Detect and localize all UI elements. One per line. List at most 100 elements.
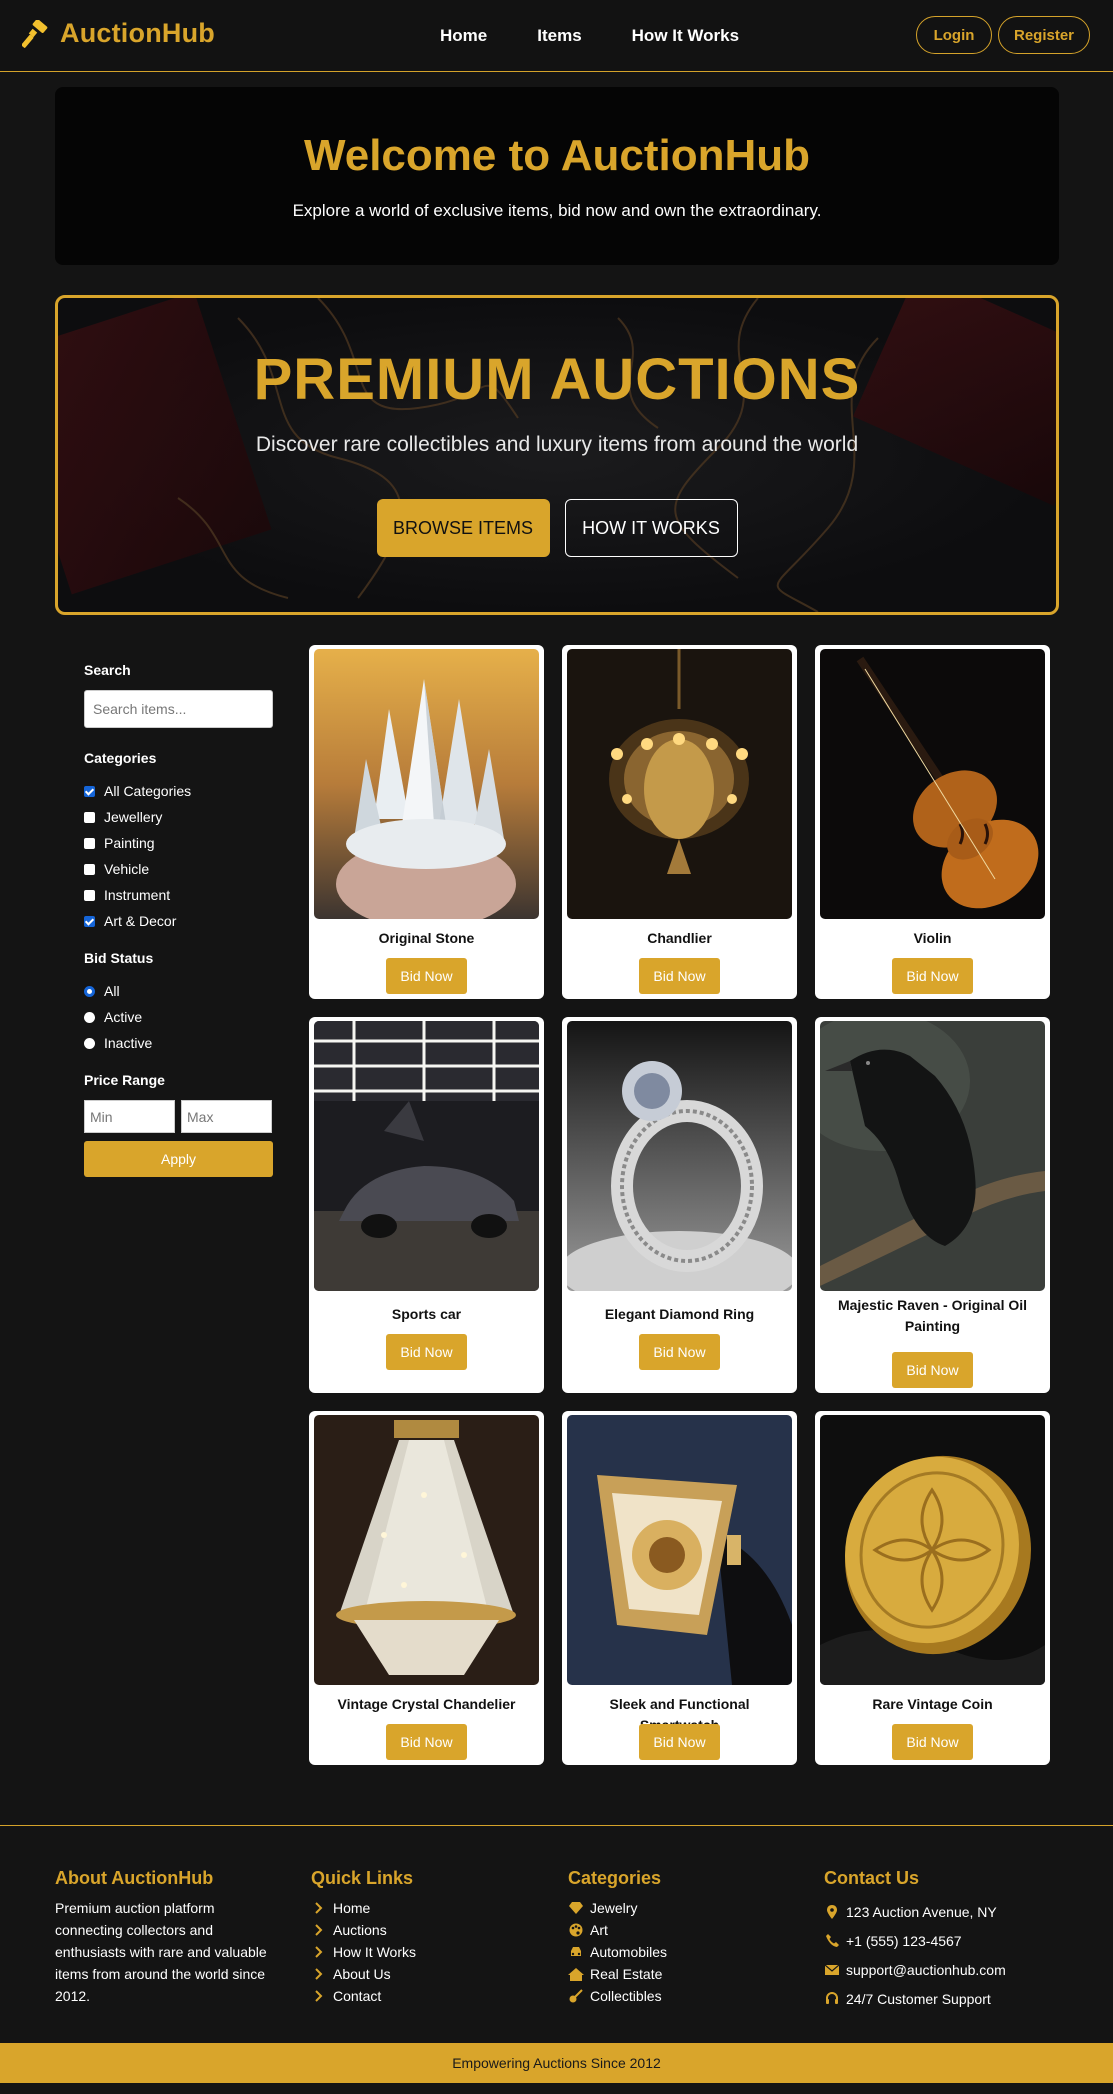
bid-now-button[interactable]: Bid Now xyxy=(892,1352,973,1388)
radio-button[interactable] xyxy=(84,985,95,997)
contact-email[interactable]: support@auctionhub.com xyxy=(824,1955,1006,1984)
item-card[interactable]: Chandlier Bid Now xyxy=(562,645,797,999)
navbar: AuctionHub Home Items How It Works Login… xyxy=(0,0,1113,72)
item-image-crystal-chandelier[interactable] xyxy=(314,1415,539,1685)
radio-button[interactable] xyxy=(84,1037,95,1049)
footer-link-home[interactable]: Home xyxy=(311,1897,416,1919)
checkbox[interactable] xyxy=(84,811,95,823)
brand[interactable]: AuctionHub xyxy=(22,18,215,49)
item-image-smartwatch[interactable] xyxy=(567,1415,792,1685)
register-button[interactable]: Register xyxy=(998,16,1090,54)
footer-category-art[interactable]: Art xyxy=(568,1919,667,1941)
car-icon xyxy=(568,1945,584,1959)
footer-category-collectibles[interactable]: Collectibles xyxy=(568,1985,667,2007)
item-card[interactable]: Rare Vintage Coin Bid Now xyxy=(815,1411,1050,1765)
phone-icon xyxy=(824,1934,840,1948)
bid-now-button[interactable]: Bid Now xyxy=(386,958,467,994)
footer-link-how-it-works[interactable]: How It Works xyxy=(311,1941,416,1963)
how-it-works-button[interactable]: HOW IT WORKS xyxy=(564,499,738,557)
category-label: All Categories xyxy=(104,783,192,799)
category-jewellery[interactable]: Jewellery xyxy=(84,804,274,830)
nav-items[interactable]: Items xyxy=(537,26,581,46)
category-vehicle[interactable]: Vehicle xyxy=(84,856,274,882)
footer-link-label: Contact xyxy=(333,1988,382,2004)
category-art-decor[interactable]: Art & Decor xyxy=(84,908,274,934)
login-button[interactable]: Login xyxy=(916,16,992,54)
bid-status-inactive[interactable]: Inactive xyxy=(84,1030,274,1056)
bid-now-button[interactable]: Bid Now xyxy=(639,1724,720,1760)
contact-phone[interactable]: +1 (555) 123-4567 xyxy=(824,1926,1006,1955)
contact-label: +1 (555) 123-4567 xyxy=(846,1932,962,1949)
item-image-raven-painting[interactable] xyxy=(820,1021,1045,1291)
item-card[interactable]: Majestic Raven - Original Oil Painting B… xyxy=(815,1017,1050,1393)
item-image-chandelier[interactable] xyxy=(567,649,792,919)
checkbox[interactable] xyxy=(84,837,95,849)
item-card[interactable]: Elegant Diamond Ring Bid Now xyxy=(562,1017,797,1393)
checkbox[interactable] xyxy=(84,863,95,875)
footer-about: About AuctionHub Premium auction platfor… xyxy=(55,1868,280,2007)
item-image-diamond-ring[interactable] xyxy=(567,1021,792,1291)
nav-home[interactable]: Home xyxy=(440,26,487,46)
home-icon xyxy=(568,1967,584,1981)
item-card[interactable]: Vintage Crystal Chandelier Bid Now xyxy=(309,1411,544,1765)
category-instrument[interactable]: Instrument xyxy=(84,882,274,908)
bid-now-button[interactable]: Bid Now xyxy=(386,1724,467,1760)
footer-category-label: Art xyxy=(590,1922,608,1938)
checkbox[interactable] xyxy=(84,785,95,797)
item-image-violin[interactable] xyxy=(820,649,1045,919)
footer-category-real-estate[interactable]: Real Estate xyxy=(568,1963,667,1985)
bid-now-button[interactable]: Bid Now xyxy=(892,958,973,994)
footer-about-title: About AuctionHub xyxy=(55,1868,214,1888)
welcome-title: Welcome to AuctionHub xyxy=(304,131,810,180)
max-price-input[interactable] xyxy=(181,1100,272,1133)
chevron-right-icon xyxy=(311,1989,327,2003)
item-card[interactable]: Sports car Bid Now xyxy=(309,1017,544,1393)
footer-link-about-us[interactable]: About Us xyxy=(311,1963,416,1985)
browse-items-button[interactable]: BROWSE ITEMS xyxy=(376,499,550,557)
search-input[interactable] xyxy=(84,690,273,728)
item-card[interactable]: Original Stone Bid Now xyxy=(309,645,544,999)
item-title: Original Stone xyxy=(378,930,475,946)
apply-button[interactable]: Apply xyxy=(84,1141,273,1177)
bid-now-button[interactable]: Bid Now xyxy=(639,1334,720,1370)
bid-now-button[interactable]: Bid Now xyxy=(639,958,720,994)
map-pin-icon xyxy=(824,1904,840,1919)
hero-buttons: BROWSE ITEMS HOW IT WORKS xyxy=(58,499,1056,557)
checkbox[interactable] xyxy=(84,915,95,927)
contact-support: 24/7 Customer Support xyxy=(824,1984,1006,2013)
bid-now-button[interactable]: Bid Now xyxy=(386,1334,467,1370)
hero-content: PREMIUM AUCTIONS Discover rare collectib… xyxy=(58,298,1056,557)
checkbox[interactable] xyxy=(84,889,95,901)
min-price-input[interactable] xyxy=(84,1100,175,1133)
filter-sidebar: Search Categories All Categories Jewelle… xyxy=(84,662,274,1177)
hero-subtitle: Discover rare collectibles and luxury it… xyxy=(255,433,859,456)
footer-link-contact[interactable]: Contact xyxy=(311,1985,416,2007)
item-card[interactable]: Sleek and Functional Smartwatch Bid Now xyxy=(562,1411,797,1765)
category-painting[interactable]: Painting xyxy=(84,830,274,856)
footer-category-jewelry[interactable]: Jewelry xyxy=(568,1897,667,1919)
radio-button[interactable] xyxy=(84,1011,95,1023)
footer-category-automobiles[interactable]: Automobiles xyxy=(568,1941,667,1963)
item-image-crystal-stone[interactable] xyxy=(314,649,539,919)
footer-links-title: Quick Links xyxy=(311,1868,414,1888)
item-card[interactable]: Violin Bid Now xyxy=(815,645,1050,999)
bid-now-button[interactable]: Bid Now xyxy=(892,1724,973,1760)
footer-category-label: Jewelry xyxy=(590,1900,638,1916)
item-title: Rare Vintage Coin xyxy=(872,1696,993,1712)
footer-link-auctions[interactable]: Auctions xyxy=(311,1919,416,1941)
footer-category-label: Automobiles xyxy=(590,1944,668,1960)
item-image-gold-coin[interactable] xyxy=(820,1415,1045,1685)
footer-contact: Contact Us 123 Auction Avenue, NY +1 (55… xyxy=(824,1868,1006,2013)
bid-status-active[interactable]: Active xyxy=(84,1004,274,1030)
item-image-sports-car[interactable] xyxy=(314,1021,539,1291)
hero-banner: PREMIUM AUCTIONS Discover rare collectib… xyxy=(55,295,1059,615)
nav-how-it-works[interactable]: How It Works xyxy=(632,26,739,46)
welcome-subtitle: Explore a world of exclusive items, bid … xyxy=(292,201,822,220)
category-label: Vehicle xyxy=(104,861,150,877)
chevron-right-icon xyxy=(311,1923,327,1937)
footer-categories: Categories Jewelry Art Automobiles Real … xyxy=(568,1868,667,2007)
contact-label: support@auctionhub.com xyxy=(846,1961,1006,1978)
bid-status-all[interactable]: All xyxy=(84,978,274,1004)
headset-icon xyxy=(824,1991,840,2006)
category-all[interactable]: All Categories xyxy=(84,778,274,804)
